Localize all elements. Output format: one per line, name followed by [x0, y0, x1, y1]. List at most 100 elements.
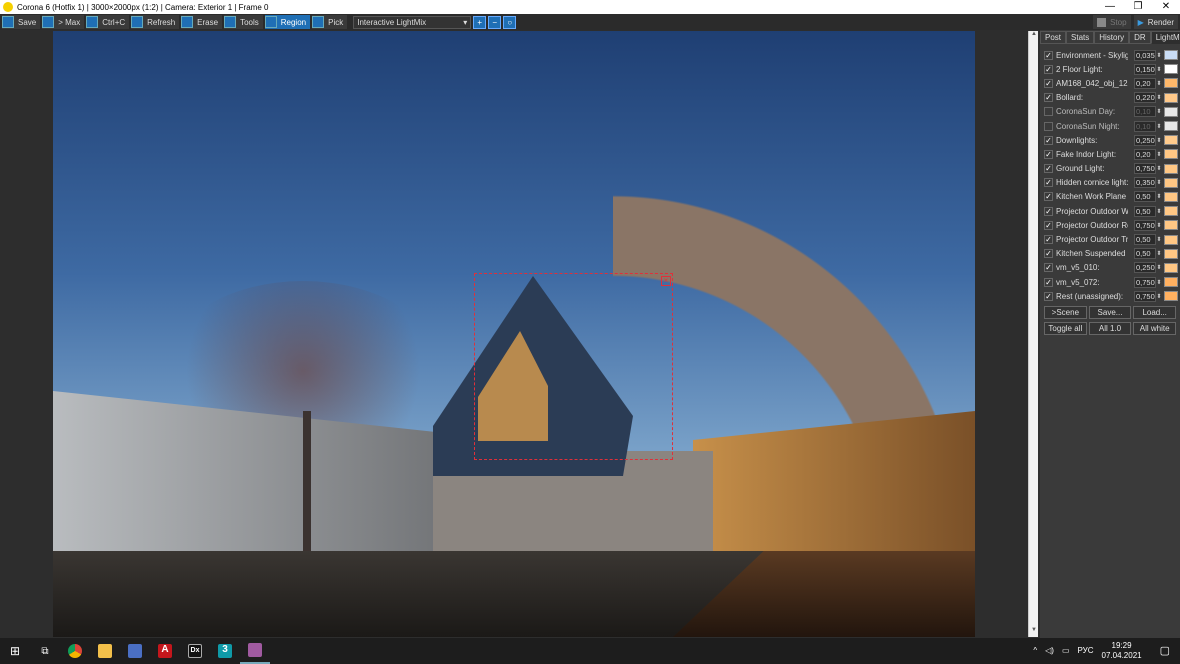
light-enable-checkbox[interactable]: ✓ — [1044, 277, 1053, 287]
volume-icon[interactable]: ◁) — [1045, 646, 1054, 656]
chevron-up-icon[interactable]: ^ — [1033, 646, 1037, 656]
stop-button[interactable]: Stop — [1093, 15, 1131, 29]
light-enable-checkbox[interactable]: ✓ — [1044, 135, 1053, 145]
toggle-all-button[interactable]: Toggle all — [1044, 322, 1087, 336]
light-color-swatch[interactable] — [1164, 106, 1178, 117]
light-intensity-input[interactable]: 0,50 — [1134, 248, 1156, 260]
light-color-swatch[interactable] — [1164, 177, 1178, 188]
spinner-icon[interactable]: ⬍ — [1156, 80, 1162, 87]
light-enable-checkbox[interactable]: ✓ — [1044, 249, 1053, 259]
app-icon[interactable] — [120, 638, 150, 664]
light-intensity-input[interactable]: 0,750 — [1134, 219, 1156, 231]
vertical-scrollbar[interactable]: ▲ ▼ — [1028, 31, 1038, 637]
light-enable-checkbox[interactable]: ✓ — [1044, 263, 1053, 273]
corona-icon[interactable] — [240, 638, 270, 664]
light-enable-checkbox[interactable]: ✓ — [1044, 50, 1053, 60]
dx-icon[interactable]: Dx — [180, 638, 210, 664]
light-enable-checkbox[interactable]: ✓ — [1044, 192, 1053, 202]
clock[interactable]: 19:29 07.04.2021 — [1102, 641, 1142, 661]
spinner-icon[interactable]: ⬍ — [1156, 137, 1162, 144]
autocad-icon[interactable]: A — [150, 638, 180, 664]
chrome-icon[interactable] — [60, 638, 90, 664]
region-button[interactable]: Region — [264, 15, 311, 29]
light-intensity-input[interactable]: 0,10 — [1134, 120, 1156, 132]
minimize-button[interactable]: — — [1096, 0, 1124, 14]
light-color-swatch[interactable] — [1164, 262, 1178, 273]
tools-button[interactable]: Tools — [224, 15, 263, 29]
3dsmax-icon[interactable]: 3 — [210, 638, 240, 664]
spinner-icon[interactable]: ⬍ — [1156, 66, 1162, 73]
save-button[interactable]: Save... — [1088, 306, 1132, 320]
light-color-swatch[interactable] — [1164, 78, 1178, 89]
spinner-icon[interactable]: ⬍ — [1156, 165, 1162, 172]
light-color-swatch[interactable] — [1164, 64, 1178, 75]
scene-button[interactable]: >Scene — [1044, 306, 1087, 320]
windows-start-icon[interactable]: ⊞ — [0, 638, 30, 664]
light-intensity-input[interactable]: 0,750 — [1134, 290, 1156, 302]
close-region-icon[interactable]: × — [661, 276, 671, 286]
spinner-icon[interactable]: ⬍ — [1156, 94, 1162, 101]
copy-button[interactable]: Ctrl+C — [86, 15, 130, 29]
zoom-out-icon[interactable]: − — [488, 15, 502, 29]
spinner-icon[interactable]: ⬍ — [1156, 208, 1162, 215]
light-intensity-input[interactable]: 0,20 — [1134, 77, 1156, 89]
light-enable-checkbox[interactable]: ✓ — [1044, 178, 1053, 188]
tab-post[interactable]: Post — [1040, 31, 1067, 44]
render-region-selection[interactable]: × — [474, 273, 673, 460]
tab-stats[interactable]: Stats — [1066, 31, 1095, 44]
spinner-icon[interactable]: ⬍ — [1156, 123, 1162, 130]
render-button[interactable]: ▶ Render — [1133, 15, 1178, 29]
light-enable-checkbox[interactable]: ✓ — [1044, 206, 1053, 216]
save-button[interactable]: Save — [2, 15, 41, 29]
light-enable-checkbox[interactable] — [1044, 107, 1053, 117]
light-intensity-input[interactable]: 0,750 — [1134, 276, 1156, 288]
light-intensity-input[interactable]: 0,50 — [1134, 234, 1156, 246]
language-indicator[interactable]: РУС — [1078, 646, 1094, 656]
light-intensity-input[interactable]: 0,50 — [1134, 191, 1156, 203]
max-button[interactable]: > Max — [42, 15, 85, 29]
tab-dr[interactable]: DR — [1129, 31, 1151, 44]
scroll-up-icon[interactable]: ▲ — [1029, 31, 1039, 41]
light-enable-checkbox[interactable]: ✓ — [1044, 164, 1053, 174]
light-color-swatch[interactable] — [1164, 163, 1178, 174]
light-color-swatch[interactable] — [1164, 277, 1178, 288]
light-intensity-input[interactable]: 0,250 — [1134, 134, 1156, 146]
spinner-icon[interactable]: ⬍ — [1156, 151, 1162, 158]
pick-button[interactable]: Pick — [312, 15, 348, 29]
light-color-swatch[interactable] — [1164, 291, 1178, 302]
load-button[interactable]: Load... — [1133, 306, 1177, 320]
zoom-fit-icon[interactable]: ○ — [503, 15, 517, 29]
spinner-icon[interactable]: ⬍ — [1156, 222, 1162, 229]
light-enable-checkbox[interactable]: ✓ — [1044, 78, 1053, 88]
task-view-icon[interactable]: ⧉ — [30, 638, 60, 664]
light-intensity-input[interactable]: 0,035 — [1134, 49, 1156, 61]
light-intensity-input[interactable]: 0,750 — [1134, 163, 1156, 175]
light-enable-checkbox[interactable]: ✓ — [1044, 235, 1053, 245]
light-intensity-input[interactable]: 0,10 — [1134, 106, 1156, 118]
tab-lightmix[interactable]: LightMix — [1150, 31, 1180, 44]
file-explorer-icon[interactable] — [90, 638, 120, 664]
display-mode-select[interactable]: Interactive LightMix ▾ — [353, 15, 472, 29]
spinner-icon[interactable]: ⬍ — [1156, 293, 1162, 300]
light-color-swatch[interactable] — [1164, 234, 1178, 245]
light-enable-checkbox[interactable]: ✓ — [1044, 291, 1053, 301]
light-color-swatch[interactable] — [1164, 121, 1178, 132]
light-color-swatch[interactable] — [1164, 135, 1178, 146]
notifications-icon[interactable]: ▢ — [1160, 646, 1170, 657]
light-color-swatch[interactable] — [1164, 220, 1178, 231]
light-color-swatch[interactable] — [1164, 206, 1178, 217]
close-button[interactable]: ✕ — [1152, 0, 1180, 14]
light-enable-checkbox[interactable]: ✓ — [1044, 64, 1053, 74]
light-intensity-input[interactable]: 0,220 — [1134, 92, 1156, 104]
maximize-button[interactable]: ❐ — [1124, 0, 1152, 14]
spinner-icon[interactable]: ⬍ — [1156, 193, 1162, 200]
spinner-icon[interactable]: ⬍ — [1156, 264, 1162, 271]
light-intensity-input[interactable]: 0,50 — [1134, 205, 1156, 217]
spinner-icon[interactable]: ⬍ — [1156, 108, 1162, 115]
spinner-icon[interactable]: ⬍ — [1156, 179, 1162, 186]
scroll-down-icon[interactable]: ▼ — [1029, 627, 1039, 637]
all-white-button[interactable]: All white — [1133, 322, 1177, 336]
light-color-swatch[interactable] — [1164, 248, 1178, 259]
light-enable-checkbox[interactable]: ✓ — [1044, 93, 1053, 103]
zoom-in-icon[interactable]: + — [473, 15, 487, 29]
